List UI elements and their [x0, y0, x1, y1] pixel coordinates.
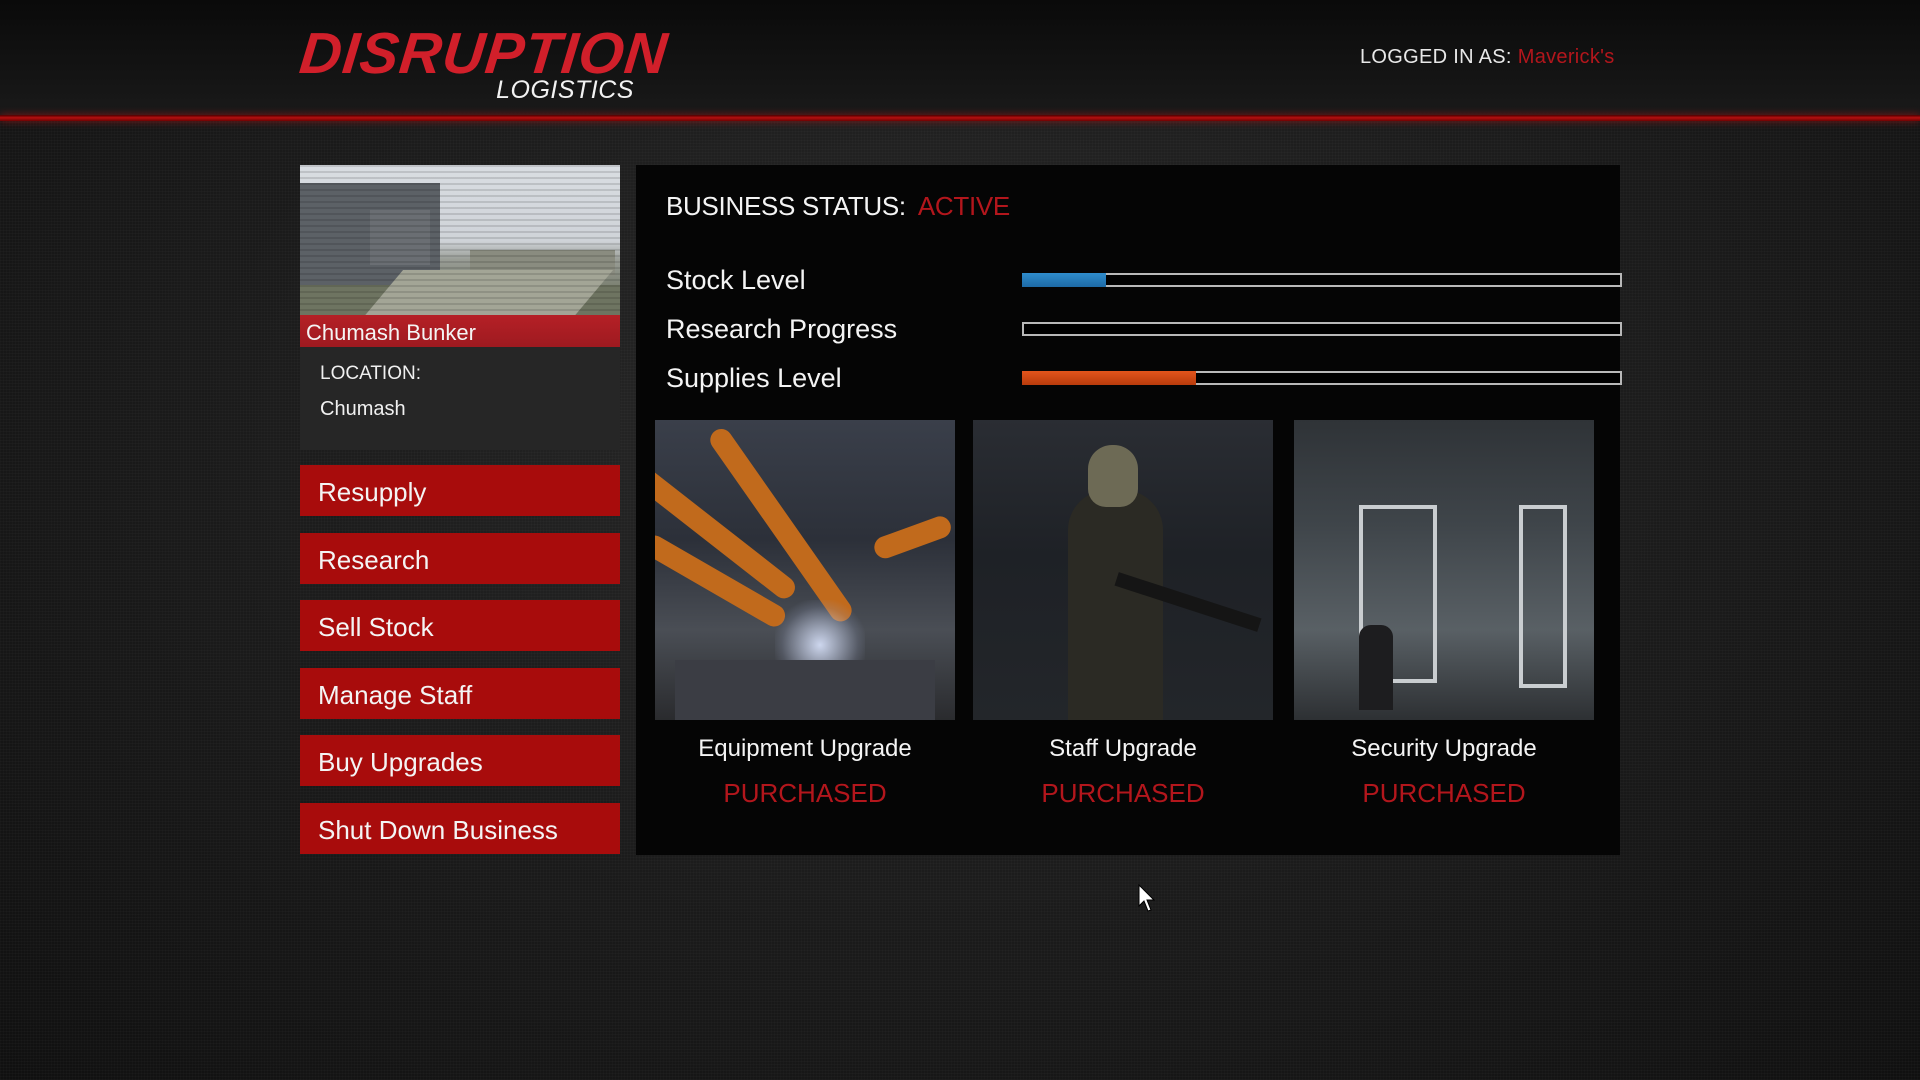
image-workbench [675, 660, 935, 720]
mouse-cursor-icon [1138, 884, 1156, 912]
security-upgrade-status: PURCHASED [1362, 778, 1526, 808]
header-divider [0, 115, 1920, 121]
equipment-upgrade-name: Equipment Upgrade [698, 735, 912, 762]
property-name: Chumash Bunker [306, 320, 476, 345]
staff-upgrade-name: Staff Upgrade [1049, 735, 1197, 762]
logged-in-user: Maverick's [1517, 46, 1615, 68]
supplies-level-fill [1022, 371, 1196, 385]
image-pipe [871, 513, 954, 562]
equipment-upgrade-image [655, 420, 955, 720]
location-value: Chumash [320, 398, 406, 420]
stock-level-bar [1022, 273, 1622, 287]
supplies-level-bar [1022, 371, 1622, 385]
stock-level-label: Stock Level [666, 265, 806, 295]
security-upgrade-card: Security Upgrade PURCHASED [1294, 420, 1594, 808]
disruption-logistics-logo: DISRUPTION LOGISTICS [297, 20, 672, 110]
image-worker-body [1068, 490, 1163, 720]
equipment-upgrade-status: PURCHASED [723, 778, 887, 808]
sell-stock-button[interactable]: Sell Stock [300, 600, 620, 651]
research-progress-label: Research Progress [666, 314, 898, 344]
supplies-level-label: Supplies Level [666, 363, 842, 393]
image-guard [1359, 625, 1393, 710]
property-image [300, 165, 620, 317]
manage-staff-button[interactable]: Manage Staff [300, 667, 620, 719]
property-name-bar: Chumash Bunker [300, 315, 620, 347]
staff-upgrade-card: Staff Upgrade PURCHASED [973, 420, 1273, 808]
security-upgrade-image [1294, 420, 1594, 720]
logged-in-label: LOGGED IN AS: [1360, 46, 1512, 68]
supplies-level-row: Supplies Level [666, 363, 1622, 403]
research-progress-row: Research Progress [666, 314, 1622, 354]
business-status: BUSINESS STATUS: ACTIVE [666, 191, 1010, 222]
staff-upgrade-status: PURCHASED [1041, 778, 1205, 808]
resupply-button[interactable]: Resupply [300, 465, 620, 516]
research-button[interactable]: Research [300, 532, 620, 584]
logged-in-info: LOGGED IN AS: Maverick's [1360, 46, 1615, 69]
logo-subtitle: LOGISTICS [496, 76, 634, 104]
image-worker-head [1088, 445, 1138, 507]
property-card: Chumash Bunker LOCATION: Chumash [300, 165, 620, 450]
security-upgrade-name: Security Upgrade [1351, 735, 1537, 762]
header-bar [0, 0, 1920, 118]
shut-down-business-button[interactable]: Shut Down Business [300, 802, 620, 854]
staff-upgrade-image [973, 420, 1273, 720]
buy-upgrades-button[interactable]: Buy Upgrades [300, 735, 620, 786]
stock-level-fill [1022, 273, 1106, 287]
location-label: LOCATION: [320, 363, 421, 384]
stock-level-row: Stock Level [666, 265, 1622, 305]
business-status-label: BUSINESS STATUS: [666, 191, 906, 221]
business-status-value: ACTIVE [917, 191, 1010, 221]
business-panel: BUSINESS STATUS: ACTIVE Stock Level Resea… [636, 165, 1622, 855]
research-progress-bar [1022, 322, 1622, 336]
image-scanlines [300, 165, 620, 317]
action-menu: Resupply Research Sell Stock Manage Staf… [300, 465, 620, 870]
equipment-upgrade-card: Equipment Upgrade PURCHASED [655, 420, 955, 808]
image-gate-frame [1519, 505, 1567, 688]
